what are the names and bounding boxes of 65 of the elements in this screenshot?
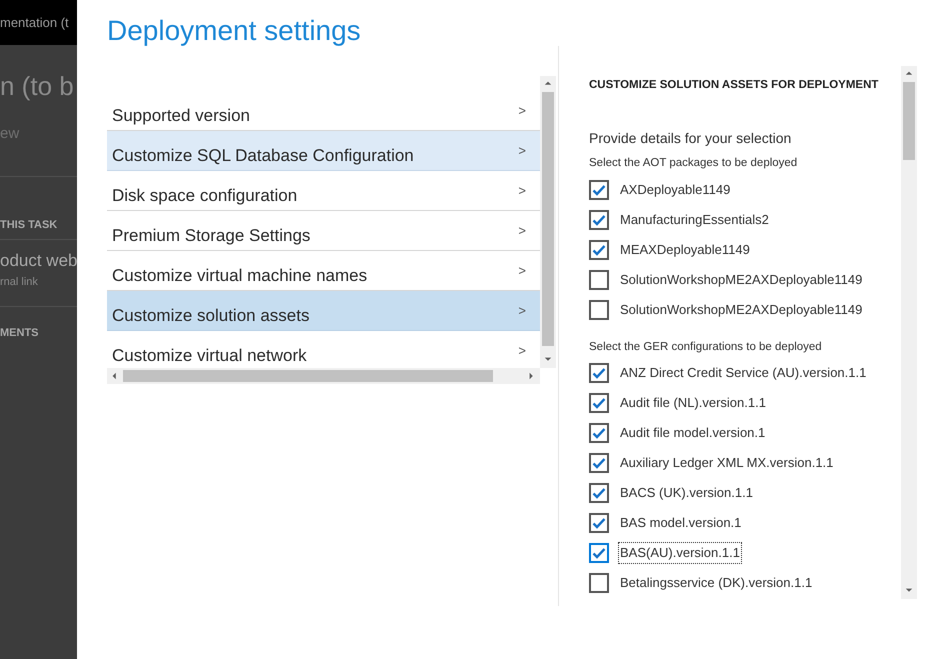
settings-menu-item[interactable]: Customize SQL Database Configuration > (107, 131, 540, 171)
checkbox-label[interactable]: MEAXDeployable1149 (619, 240, 751, 260)
checkbox-label[interactable]: BAS model.version.1 (619, 513, 742, 532)
checkbox-label[interactable]: BAS(AU).version.1.1 (619, 543, 741, 562)
checkbox[interactable] (589, 240, 609, 260)
checkbox[interactable] (589, 542, 609, 563)
checkbox-label[interactable]: Auxiliary Ledger XML MX.version.1.1 (619, 453, 834, 472)
checkbox[interactable] (589, 482, 609, 503)
panel-heading: CUSTOMIZE SOLUTION ASSETS FOR DEPLOYMENT (589, 78, 880, 93)
checkmark-icon (592, 396, 606, 409)
settings-menu-item[interactable]: Customize solution assets > (107, 291, 540, 331)
vertical-scrollbar[interactable] (901, 66, 917, 599)
checkmark-icon (592, 244, 606, 256)
checkmark-icon (592, 214, 606, 226)
checkbox-label[interactable]: ANZ Direct Credit Service (AU).version.1.1 (619, 363, 868, 382)
checkbox-label[interactable]: SolutionWorkshopME2AXDeployable1149 (619, 270, 864, 290)
scroll-up-icon[interactable] (905, 70, 913, 78)
top-bar-title: mentation (t (0, 14, 69, 32)
checkbox-label[interactable]: Audit file (NL).version.1.1 (619, 393, 767, 412)
vertical-scrollbar[interactable] (540, 76, 556, 368)
page-heading: n (to b (0, 73, 75, 99)
checkbox[interactable] (589, 512, 609, 533)
dialog-title: Deployment settings (107, 14, 362, 48)
item-subtitle: rnal link (0, 274, 39, 290)
horizontal-scrollbar[interactable] (107, 368, 540, 384)
checkbox[interactable] (589, 422, 609, 443)
checkmark-icon (592, 426, 606, 439)
chevron-icon: > (518, 300, 526, 328)
checkbox-label[interactable]: ManufacturingEssentials2 (619, 210, 770, 230)
checkbox[interactable] (589, 572, 609, 593)
scrollbar-thumb[interactable] (123, 370, 493, 382)
scrollbar-thumb[interactable] (542, 92, 554, 346)
chevron-icon: > (518, 220, 526, 248)
chevron-icon: > (518, 340, 526, 368)
checkbox[interactable] (589, 180, 609, 200)
checkmark-icon (592, 516, 606, 529)
checkbox-label[interactable]: Audit file model.version.1 (619, 423, 766, 442)
checkmark-icon (592, 184, 606, 196)
checkmark-icon (592, 546, 606, 559)
checkbox-label[interactable]: SolutionWorkshopME2AXDeployable1149 (619, 300, 864, 320)
checkbox[interactable] (589, 210, 609, 230)
scrollbar-thumb[interactable] (903, 82, 915, 160)
checkbox[interactable] (589, 452, 609, 473)
scroll-up-icon[interactable] (544, 80, 552, 88)
chevron-icon: > (518, 100, 526, 128)
item-title[interactable]: oduct web (0, 248, 77, 274)
section-heading: THIS TASK (0, 218, 58, 232)
checkbox[interactable] (589, 362, 609, 383)
checkbox[interactable] (589, 392, 609, 413)
checkmark-icon (592, 456, 606, 469)
checkmark-icon (592, 486, 606, 499)
checkmark-icon (592, 366, 606, 379)
scroll-left-icon[interactable] (111, 372, 119, 380)
panel-intro: Provide details for your selection (589, 129, 792, 148)
chevron-icon: > (518, 260, 526, 288)
checkbox-label[interactable]: AXDeployable1149 (619, 180, 732, 200)
checkbox[interactable] (589, 300, 609, 320)
checkbox-label[interactable]: BACS (UK).version.1.1 (619, 483, 754, 502)
checkbox[interactable] (589, 270, 609, 290)
group-label: Select the AOT packages to be deployed (589, 156, 798, 172)
chevron-icon: > (518, 180, 526, 208)
group-label: Select the GER configurations to be deployed (589, 340, 823, 354)
chevron-icon: > (518, 140, 526, 168)
checkbox-label[interactable]: Betalingsservice (DK).version.1.1 (619, 573, 814, 592)
section-heading: MENTS (0, 326, 40, 341)
